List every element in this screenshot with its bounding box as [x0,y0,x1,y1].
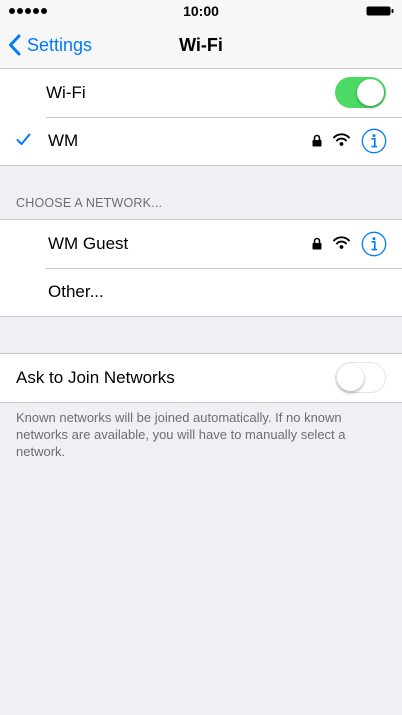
wifi-icon [333,133,350,146]
ask-to-join-toggle[interactable] [335,362,386,393]
network-info-button[interactable] [361,231,387,257]
wifi-group: Wi-Fi WM [0,68,402,166]
connected-network-name: WM [48,131,79,150]
wifi-label: Wi-Fi [46,83,86,102]
connected-network-row[interactable]: WM [0,117,402,165]
navigation-bar: Settings Wi-Fi [0,22,402,69]
other-network-label: Other... [48,282,104,301]
checkmark-icon [16,133,31,145]
wifi-icon [333,236,350,249]
ask-to-join-label: Ask to Join Networks [16,368,175,387]
wifi-toggle-row: Wi-Fi [0,69,402,117]
page-title: Wi-Fi [179,35,223,55]
section-header-networks: CHOOSE A NETWORK... [16,196,163,210]
status-time: 10:00 [183,3,219,19]
wifi-toggle-knob [357,79,384,106]
lock-icon [312,134,322,147]
ask-to-join-toggle-knob [337,364,364,391]
lock-icon [312,237,322,250]
networks-group: WM Guest Other... [0,219,402,317]
wifi-toggle[interactable] [335,77,386,108]
battery-icon [366,6,394,16]
network-row[interactable]: WM Guest [0,220,402,268]
ask-to-join-group: Ask to Join Networks [0,353,402,403]
other-network-row[interactable]: Other... [0,268,402,316]
ask-to-join-row: Ask to Join Networks [0,354,402,402]
ask-to-join-footer: Known networks will be joined automatica… [16,410,346,459]
network-info-button[interactable] [361,128,387,154]
network-name: WM Guest [48,234,129,253]
status-bar: 10:00 [0,0,402,22]
